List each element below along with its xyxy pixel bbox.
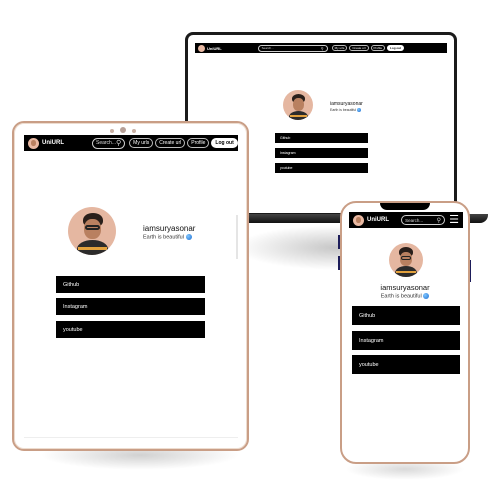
hamburger-menu-icon[interactable]: ☰ bbox=[449, 215, 459, 226]
laptop-profile-avatar bbox=[283, 90, 313, 120]
phone-link-youtube[interactable]: youtube bbox=[352, 355, 460, 374]
search-placeholder: Search... bbox=[405, 217, 424, 223]
globe-icon bbox=[423, 293, 430, 299]
logout-button[interactable]: Log out bbox=[387, 45, 405, 51]
logo-avatar bbox=[353, 214, 364, 226]
globe-icon bbox=[185, 234, 192, 240]
tablet-link-youtube[interactable]: youtube bbox=[56, 321, 205, 338]
tablet-device: UniURL Search... ⚲ My urls Create url Pr… bbox=[12, 121, 249, 451]
phone-notch bbox=[380, 203, 430, 210]
tablet-navbar: UniURL Search... ⚲ My urls Create url Pr… bbox=[24, 135, 238, 151]
search-icon[interactable]: ⚲ bbox=[116, 139, 121, 147]
laptop-search-input[interactable]: Search... ⚲ bbox=[257, 44, 328, 52]
tablet-bio: Earth is beautiful bbox=[143, 234, 192, 240]
profile-button[interactable]: Profile bbox=[370, 45, 386, 51]
search-icon[interactable]: ⚲ bbox=[437, 217, 441, 224]
laptop-navbar: UniURL Search... ⚲ My urls Create url Pr… bbox=[195, 43, 447, 53]
logo-text: UniURL bbox=[207, 45, 222, 51]
my-urls-button[interactable]: My urls bbox=[331, 45, 348, 51]
logo-avatar bbox=[28, 137, 39, 149]
search-placeholder: Search... bbox=[96, 140, 117, 146]
phone-device: UniURL Search... ⚲ ☰ iamsuryasonar Earth… bbox=[340, 201, 470, 464]
logo-avatar bbox=[198, 44, 205, 52]
tablet-link-github[interactable]: Github bbox=[56, 276, 205, 293]
globe-icon bbox=[357, 108, 362, 113]
tablet-scrollbar[interactable] bbox=[236, 215, 238, 259]
phone-logo[interactable]: UniURL bbox=[353, 214, 389, 226]
tablet-logo[interactable]: UniURL bbox=[28, 137, 64, 149]
tablet-link-instagram[interactable]: Instagram bbox=[56, 298, 205, 315]
tablet-search-input[interactable]: Search... ⚲ bbox=[92, 137, 126, 149]
laptop-bio: Earth is beautiful bbox=[330, 108, 362, 113]
create-url-button[interactable]: Create url bbox=[155, 138, 186, 148]
laptop-logo[interactable]: UniURL bbox=[198, 44, 222, 52]
tablet-username: iamsuryasonar bbox=[143, 224, 196, 233]
phone-search-input[interactable]: Search... ⚲ bbox=[401, 215, 446, 225]
tablet-sensor-dot bbox=[132, 129, 136, 133]
search-icon[interactable]: ⚲ bbox=[321, 46, 324, 51]
phone-bio: Earth is beautiful bbox=[342, 293, 468, 299]
create-url-button[interactable]: Create url bbox=[349, 45, 369, 51]
profile-button[interactable]: Profile bbox=[187, 138, 210, 148]
tablet-camera-icon bbox=[120, 127, 126, 133]
search-placeholder: Search... bbox=[261, 46, 274, 50]
phone-link-github[interactable]: Github bbox=[352, 306, 460, 325]
phone-link-instagram[interactable]: Instagram bbox=[352, 331, 460, 350]
tablet-divider bbox=[24, 437, 238, 438]
my-urls-button[interactable]: My urls bbox=[129, 138, 154, 148]
logo-text: UniURL bbox=[42, 140, 64, 146]
logout-button[interactable]: Log out bbox=[211, 138, 238, 148]
phone-username: iamsuryasonar bbox=[380, 283, 430, 292]
laptop-username: iamsuryasonar bbox=[330, 101, 363, 107]
logo-text: UniURL bbox=[367, 217, 389, 223]
tablet-profile-avatar bbox=[68, 207, 116, 255]
laptop-link-instagram[interactable]: Instagram bbox=[275, 148, 368, 158]
laptop-link-github[interactable]: Github bbox=[275, 133, 368, 143]
phone-navbar: UniURL Search... ⚲ ☰ bbox=[349, 212, 463, 228]
phone-profile-avatar bbox=[389, 243, 423, 277]
laptop-link-youtube[interactable]: youtube bbox=[275, 163, 368, 173]
tablet-sensor-dot bbox=[110, 129, 114, 133]
